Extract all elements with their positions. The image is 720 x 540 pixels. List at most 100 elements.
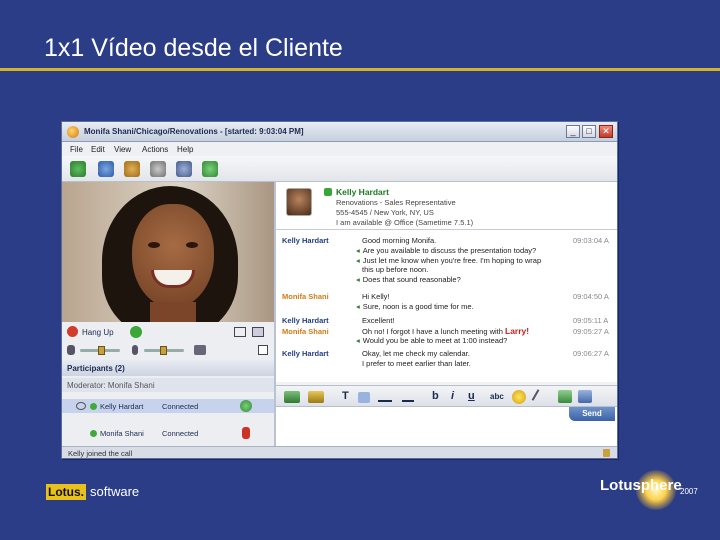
software-logo-text: software: [90, 484, 140, 499]
message-text: Excellent!: [362, 316, 395, 325]
bullet-arrow-icon: ◂: [356, 275, 360, 284]
menubar: File Edit View Actions Help: [62, 142, 617, 156]
participant-row[interactable]: Monifa Shani Connected: [62, 426, 274, 440]
camera-icon[interactable]: [194, 345, 206, 355]
maximize-button[interactable]: □: [582, 125, 596, 138]
underline-button[interactable]: u: [468, 390, 475, 402]
message-input[interactable]: Send: [276, 407, 617, 450]
call-icon[interactable]: [150, 161, 166, 177]
message-text: Would you be able to meet at 1:00 instea…: [362, 336, 508, 345]
message-line: ◂ Are you available to discuss the presen…: [356, 246, 536, 255]
spell-check-button[interactable]: abc: [490, 392, 504, 401]
message-line: I prefer to meet earlier than later.: [362, 359, 471, 368]
sametime-app-icon: [67, 126, 79, 138]
screen-capture-icon[interactable]: [578, 390, 592, 403]
slide-title: 1x1 Vídeo desde el Cliente: [44, 34, 343, 62]
lotus-logo: Lotus.: [46, 484, 86, 500]
message-sender: Kelly Hardart: [282, 349, 329, 358]
message-text: Just let me know when you're free. I'm h…: [362, 256, 542, 265]
participant-name: Monifa Shani: [100, 429, 144, 438]
message-time: 09:05:11 A: [573, 316, 609, 325]
participant-name: Kelly Hardart: [100, 402, 144, 411]
bullet-arrow-icon: ◂: [356, 336, 360, 345]
speaker-volume-knob[interactable]: [98, 346, 105, 355]
video-eye-left: [148, 242, 160, 248]
participant-mic-icon[interactable]: [242, 427, 250, 439]
window-titlebar[interactable]: Monifa Shani/Chicago/Renovations - [star…: [62, 122, 617, 142]
message-line: ◂ Just let me know when you're free. I'm …: [356, 256, 541, 265]
bold-button[interactable]: b: [432, 390, 439, 402]
bullet-arrow-icon: ◂: [356, 256, 360, 265]
participant-video-icon[interactable]: [240, 400, 252, 412]
message-line: this up before noon.: [362, 265, 428, 274]
bullet-arrow-icon: ◂: [356, 302, 360, 311]
contact-availability: I am available @ Office (Sametime 7.5.1): [336, 218, 474, 227]
minimize-button[interactable]: _: [566, 125, 580, 138]
hang-up-button[interactable]: Hang Up: [62, 324, 274, 340]
message-sender: Monifa Shani: [282, 292, 329, 301]
message-line: ◂ Sure, noon is a good time for me.: [356, 302, 474, 311]
menu-actions[interactable]: Actions: [142, 145, 168, 154]
speaking-indicator-icon: [76, 402, 86, 410]
message-time: 09:06:27 A: [573, 349, 609, 358]
title-rule: [0, 68, 720, 71]
lock-icon: [603, 449, 610, 457]
lotusphere-year: 2007: [680, 487, 698, 496]
invite-icon[interactable]: [98, 161, 114, 177]
meeting-icon[interactable]: [124, 161, 140, 177]
message-sender: Kelly Hardart: [282, 236, 329, 245]
message-text: Oh no! I forgot I have a lunch meeting w…: [362, 327, 503, 336]
menu-edit[interactable]: Edit: [91, 145, 105, 154]
mic-volume-knob[interactable]: [160, 346, 167, 355]
message-time: 09:04:50 A: [573, 292, 609, 301]
menu-file[interactable]: File: [70, 145, 83, 154]
call-panel: Hang Up Participants (2) Moderator: Moni…: [62, 322, 274, 450]
panel-toggle-icon[interactable]: [258, 345, 268, 355]
pip-view-icon[interactable]: [252, 327, 264, 337]
status-text: Kelly joined the call: [68, 449, 133, 458]
message-text: Good morning Monifa.: [362, 236, 437, 245]
participants-header[interactable]: Participants (2): [62, 360, 274, 376]
participant-status: Connected: [162, 402, 199, 411]
menu-view[interactable]: View: [114, 145, 131, 154]
participant-row[interactable]: Kelly Hardart Connected: [62, 399, 274, 413]
lotusphere-logo: Lotusphere: [600, 477, 682, 494]
message-line: ◂ Would you be able to meet at 1:00 inste…: [356, 336, 507, 345]
message-text: this up before noon.: [362, 265, 429, 274]
send-button[interactable]: Send: [569, 407, 615, 421]
video-face: [132, 204, 214, 308]
hang-up-icon: [67, 326, 78, 337]
microphone-icon: [132, 345, 138, 355]
menu-help[interactable]: Help: [177, 145, 193, 154]
message-sender: Kelly Hardart: [282, 316, 329, 325]
send-file-icon[interactable]: [558, 390, 572, 403]
attach-file-icon[interactable]: [531, 389, 547, 405]
share-icon[interactable]: [202, 161, 218, 177]
highlight-icon[interactable]: [308, 391, 324, 403]
message-text: Does that sound reasonable?: [362, 275, 461, 284]
message-time: 09:05:27 A: [573, 327, 609, 336]
close-button[interactable]: ✕: [599, 125, 613, 138]
message-text: Sure, noon is a good time for me.: [362, 302, 474, 311]
available-status-icon: [324, 188, 332, 196]
message-line: ◂ Does that sound reasonable?: [356, 275, 461, 284]
online-status-icon: [90, 430, 97, 437]
font-face-icon[interactable]: [358, 392, 370, 403]
contact-title: Renovations - Sales Representative: [336, 198, 456, 207]
contact-card: Kelly Hardart Renovations - Sales Repres…: [276, 182, 617, 230]
font-color-button[interactable]: T: [342, 390, 349, 402]
video-icon[interactable]: [176, 161, 192, 177]
status-menu-icon[interactable]: [130, 326, 142, 338]
moderator-label: Moderator: Monifa Shani: [62, 378, 274, 392]
message-line: Oh no! I forgot I have a lunch meeting w…: [362, 326, 529, 336]
emoticon-icon[interactable]: [512, 390, 526, 404]
grow-font-icon[interactable]: [378, 392, 392, 402]
italic-button[interactable]: i: [451, 390, 454, 402]
font-icon[interactable]: [284, 391, 300, 403]
volume-controls: [62, 342, 274, 358]
message-text: I prefer to meet earlier than later.: [362, 359, 471, 368]
chat-transcript[interactable]: Kelly Hardart 09:03:04 A Good morning Mo…: [276, 230, 617, 382]
add-people-icon[interactable]: [70, 161, 86, 177]
window-view-icon[interactable]: [234, 327, 246, 337]
shrink-font-icon[interactable]: [402, 393, 414, 402]
